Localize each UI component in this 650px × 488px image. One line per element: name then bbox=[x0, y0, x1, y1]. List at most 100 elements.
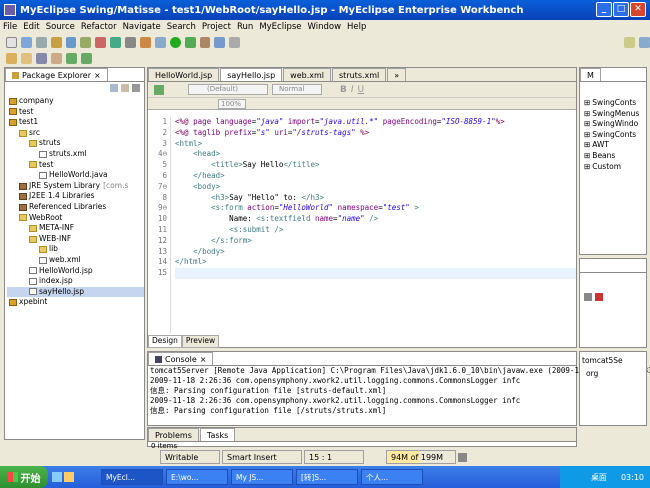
start-button[interactable]: 开始 bbox=[0, 466, 48, 488]
tab-console[interactable]: Console × bbox=[148, 352, 214, 365]
palette-item[interactable]: ⊞ AWT bbox=[584, 140, 646, 151]
tree-item[interactable]: company bbox=[7, 96, 144, 107]
tree-item[interactable]: web.xml bbox=[7, 255, 144, 266]
tab-problems[interactable]: Problems bbox=[148, 428, 199, 441]
console-output[interactable]: tomcat5Server [Remote Java Application] … bbox=[148, 366, 650, 416]
ie-icon[interactable] bbox=[52, 472, 62, 482]
tree-item[interactable]: JRE System Library [com.s bbox=[7, 181, 144, 192]
tree-item[interactable]: Referenced Libraries bbox=[7, 202, 144, 213]
deploy-icon[interactable] bbox=[65, 36, 77, 48]
tree-item[interactable]: HelloWorld.jsp bbox=[7, 266, 144, 277]
close-button[interactable]: ✕ bbox=[630, 2, 646, 17]
menu-myeclipse[interactable]: MyEclipse bbox=[259, 22, 301, 32]
stop-server-icon[interactable] bbox=[95, 36, 107, 48]
palette-item[interactable]: ⊞ Custom bbox=[584, 162, 646, 173]
tab-design[interactable]: Design bbox=[148, 335, 182, 348]
code-line[interactable]: Name: <s:textfield name="name" /> bbox=[175, 214, 576, 225]
print-icon[interactable] bbox=[35, 36, 47, 48]
code-line[interactable]: <s:form action="HelloWorld" namespace="t… bbox=[175, 203, 576, 214]
server-icon[interactable] bbox=[80, 36, 92, 48]
palette-item[interactable]: ⊞ SwingWindo bbox=[584, 119, 646, 130]
menu-project[interactable]: Project bbox=[202, 22, 231, 32]
new-icon[interactable] bbox=[6, 36, 17, 48]
open-type-icon[interactable] bbox=[50, 36, 62, 48]
forward-icon[interactable] bbox=[81, 52, 92, 64]
taskbar-button[interactable]: [转]S... bbox=[296, 469, 358, 485]
minimize-button[interactable]: _ bbox=[596, 2, 612, 17]
palette-item[interactable]: ⊞ SwingConts bbox=[584, 130, 646, 141]
zoom-select[interactable]: 100% bbox=[218, 98, 246, 109]
terminate-icon[interactable] bbox=[595, 293, 603, 301]
tree-item[interactable]: J2EE 1.4 Libraries bbox=[7, 191, 144, 202]
debug-step-icon[interactable] bbox=[584, 293, 592, 301]
code-text[interactable]: <%@ page language="java" import="java.ut… bbox=[170, 117, 576, 333]
style-select[interactable]: (Default) bbox=[188, 84, 268, 95]
code-line[interactable]: <%@ page language="java" import="java.ut… bbox=[175, 117, 576, 128]
tree-item[interactable]: index.jsp bbox=[7, 276, 144, 287]
menu-edit[interactable]: Edit bbox=[23, 22, 39, 32]
menu-window[interactable]: Window bbox=[308, 22, 342, 32]
tab-preview[interactable]: Preview bbox=[181, 335, 220, 348]
status-memory[interactable]: 94M of 199M bbox=[386, 450, 456, 464]
refresh-icon[interactable] bbox=[154, 84, 164, 95]
menu-help[interactable]: Help bbox=[347, 22, 366, 32]
tree-item[interactable]: test1 bbox=[7, 117, 144, 128]
taskbar-button[interactable]: MyEcl... bbox=[101, 469, 163, 485]
code-line[interactable]: </html> bbox=[175, 257, 576, 268]
palette-item[interactable]: ⊞ SwingMenus bbox=[584, 109, 646, 120]
close-icon[interactable]: × bbox=[200, 355, 207, 364]
perspective-icon[interactable] bbox=[229, 36, 241, 48]
new-web-icon[interactable] bbox=[140, 36, 151, 48]
collapse-all-icon[interactable] bbox=[110, 84, 118, 92]
tab-palette[interactable]: M bbox=[580, 68, 601, 81]
taskbar-button[interactable]: E:\wo... bbox=[166, 469, 228, 485]
perspective-java-icon[interactable] bbox=[624, 36, 636, 48]
trash-icon[interactable] bbox=[458, 452, 467, 462]
desktop-label[interactable]: 桌面 bbox=[591, 472, 607, 483]
tree-item[interactable]: test bbox=[7, 160, 144, 171]
bold-icon[interactable]: B bbox=[340, 85, 347, 95]
debug-icon[interactable] bbox=[184, 36, 196, 48]
code-line[interactable]: <title>Say Hello</title> bbox=[175, 160, 576, 171]
menu-file[interactable]: File bbox=[3, 22, 17, 32]
editor-tab[interactable]: struts.xml bbox=[332, 68, 387, 81]
open-folder-icon[interactable] bbox=[6, 52, 17, 64]
taskbar-button[interactable]: 个人... bbox=[361, 469, 423, 485]
code-area[interactable]: 1 2 3 4⊖ 5 6 7⊖ 8 9⊖ 10 11 12 13 14 15 <%@ page langua… bbox=[148, 117, 576, 333]
code-line[interactable]: <html> bbox=[175, 139, 576, 150]
code-line[interactable]: </head> bbox=[175, 171, 576, 182]
tree-item[interactable]: xpebint bbox=[7, 297, 144, 308]
tab-tasks[interactable]: Tasks bbox=[199, 428, 236, 441]
close-icon[interactable]: × bbox=[94, 71, 101, 80]
build-icon[interactable] bbox=[154, 36, 166, 48]
menu-navigate[interactable]: Navigate bbox=[123, 22, 161, 32]
menu-search[interactable]: Search bbox=[167, 22, 196, 32]
tab-package-explorer[interactable]: Package Explorer × bbox=[5, 68, 108, 81]
code-line[interactable]: <%@ taglib prefix="s" uri="/struts-tags"… bbox=[175, 128, 576, 139]
editor-tab[interactable]: » bbox=[387, 68, 407, 81]
settings-icon[interactable] bbox=[125, 36, 137, 48]
taskbar-button[interactable]: My JS... bbox=[231, 469, 293, 485]
code-line[interactable]: <body> bbox=[175, 182, 576, 193]
tree-item[interactable]: WebRoot bbox=[7, 213, 144, 224]
annotation-icon[interactable] bbox=[36, 52, 47, 64]
editor-tab[interactable]: web.xml bbox=[283, 68, 332, 81]
tree-item[interactable]: lib bbox=[7, 244, 144, 255]
tree-item[interactable]: HelloWorld.java bbox=[7, 170, 144, 181]
italic-icon[interactable]: I bbox=[351, 85, 354, 95]
desktop-icon[interactable] bbox=[64, 472, 74, 482]
code-line[interactable] bbox=[175, 268, 576, 279]
format-select[interactable]: Normal bbox=[272, 84, 322, 95]
search-icon[interactable] bbox=[214, 36, 226, 48]
edit-icon[interactable] bbox=[51, 52, 62, 64]
tree-item[interactable]: WEB-INF bbox=[7, 234, 144, 245]
globe-icon[interactable] bbox=[110, 36, 122, 48]
code-line[interactable]: </s:form> bbox=[175, 236, 576, 247]
palette-item[interactable]: ⊞ Beans bbox=[584, 151, 646, 162]
tree-item[interactable]: sayHello.jsp bbox=[7, 286, 144, 298]
code-line[interactable]: <h3>Say "Hello" to: </h3> bbox=[175, 193, 576, 204]
code-line[interactable]: </body> bbox=[175, 247, 576, 258]
editor-tab[interactable]: sayHello.jsp bbox=[220, 68, 283, 81]
tree-item[interactable]: test bbox=[7, 107, 144, 118]
menu-refactor[interactable]: Refactor bbox=[81, 22, 117, 32]
